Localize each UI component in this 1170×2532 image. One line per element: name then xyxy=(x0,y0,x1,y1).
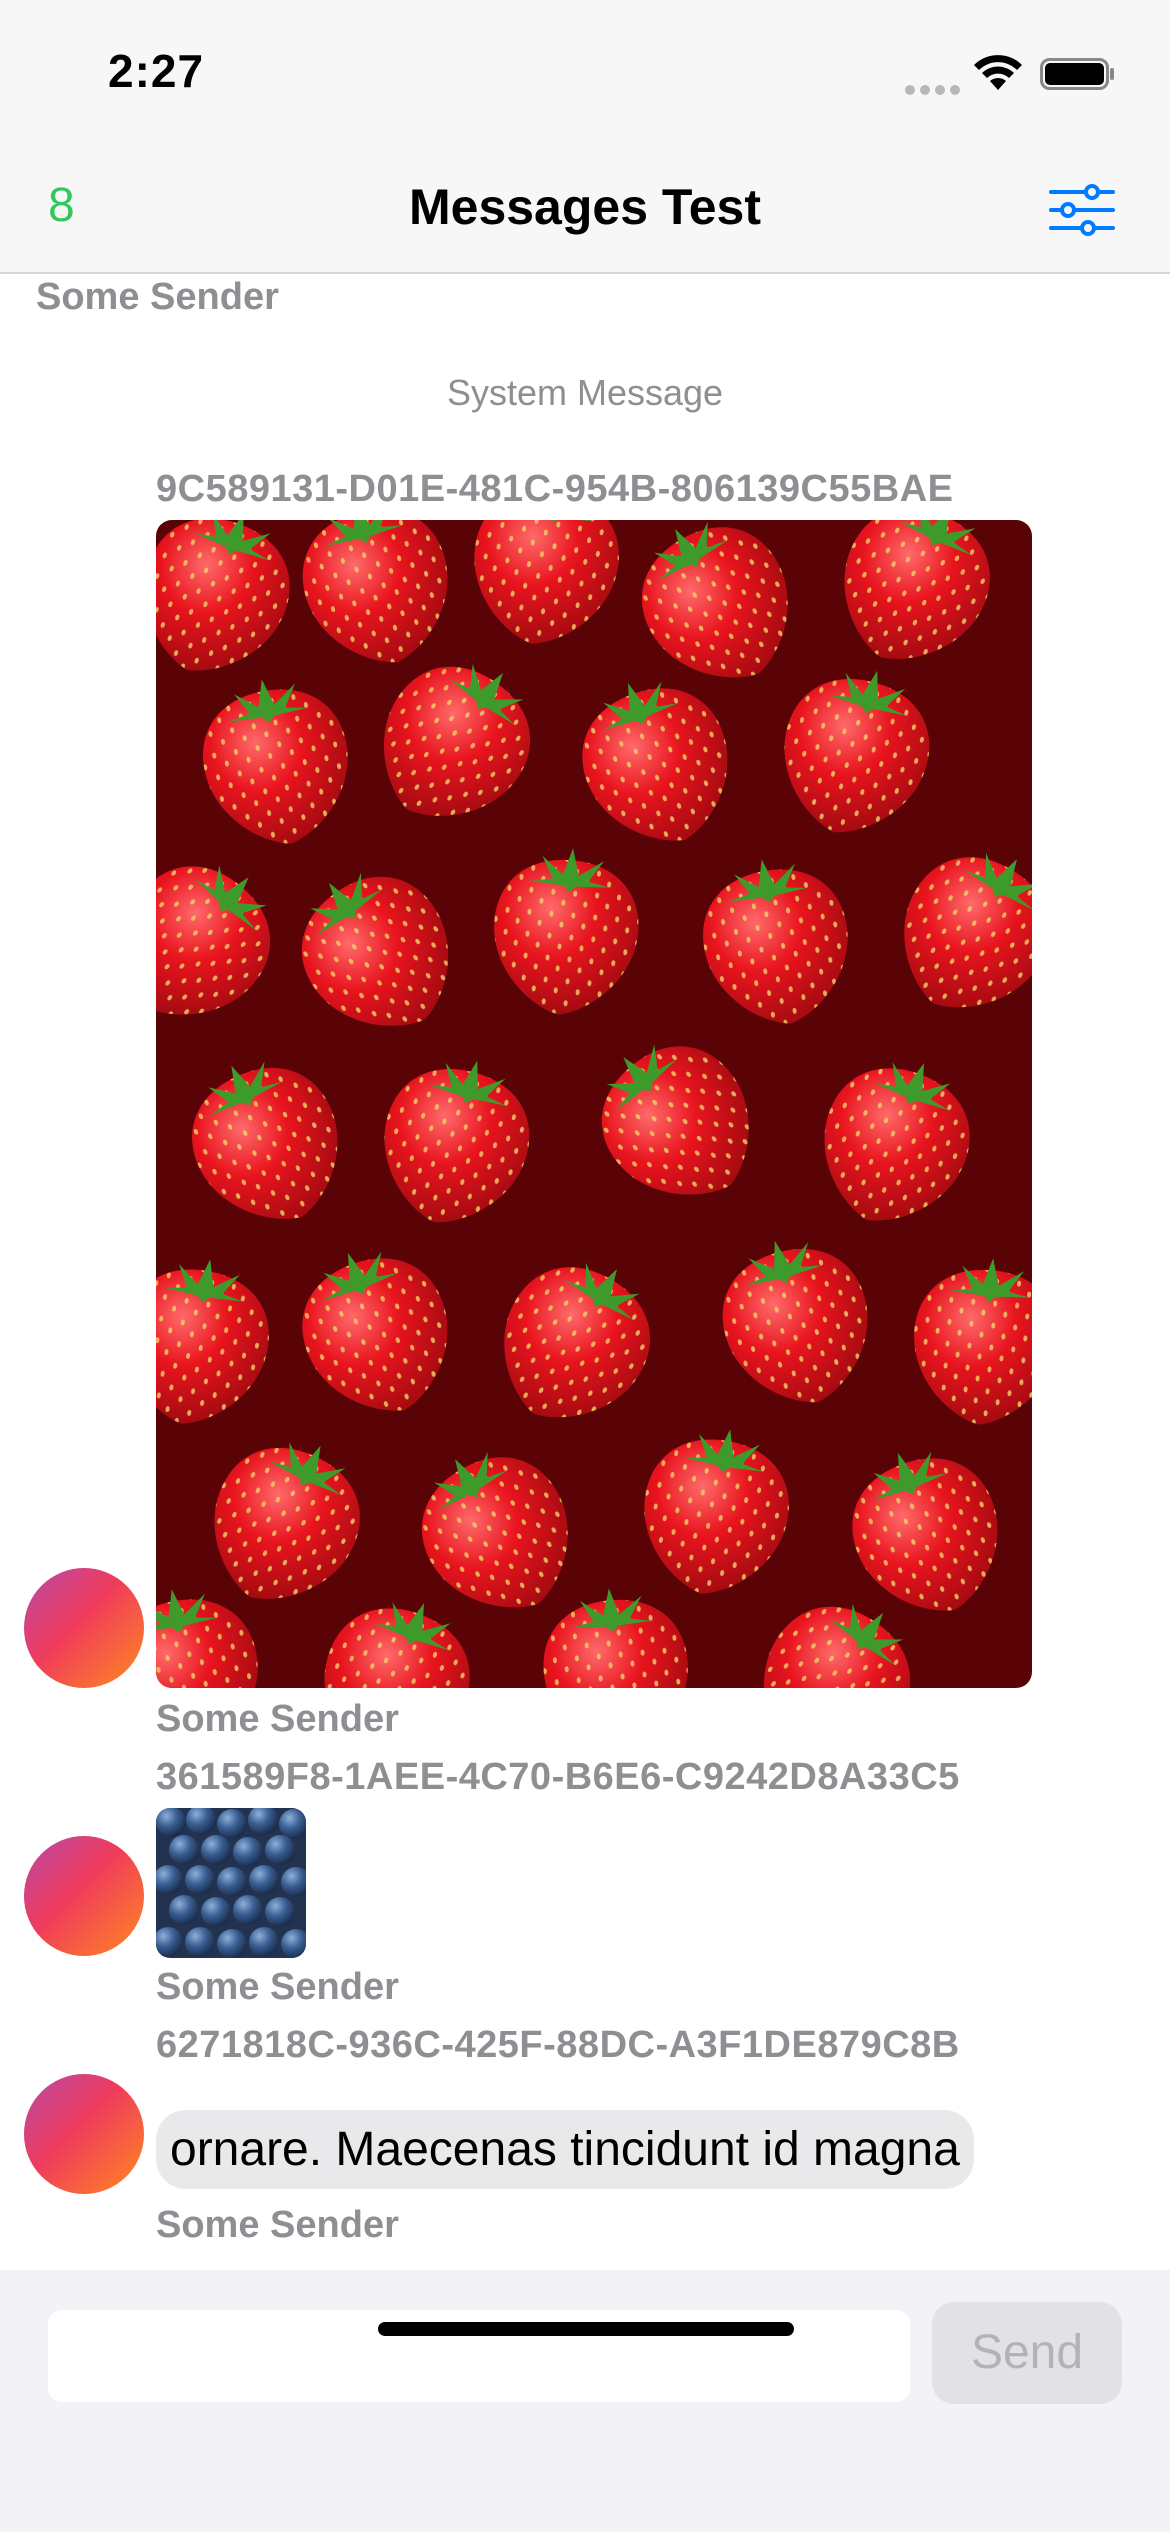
wifi-icon xyxy=(974,55,1022,90)
sender-name: Some Sender xyxy=(156,1698,399,1740)
send-button[interactable]: Send xyxy=(932,2302,1122,2404)
cellular-signal-icon xyxy=(905,82,965,95)
message-id: 6271818C-936C-425F-88DC-A3F1DE879C8B xyxy=(156,2024,960,2066)
strawberries-image[interactable] xyxy=(156,520,1032,1688)
sender-name: Some Sender xyxy=(156,1966,399,2008)
system-message: System Message xyxy=(446,372,724,413)
page-title: Messages Test xyxy=(408,179,762,235)
message-list[interactable]: Some Sender System Message 9C589131-D01E… xyxy=(0,272,1170,2270)
status-time: 2:27 xyxy=(108,45,205,97)
avatar[interactable] xyxy=(24,1836,144,1956)
settings-sliders-icon[interactable] xyxy=(1048,180,1116,240)
avatar[interactable] xyxy=(24,1568,144,1688)
message-id: 361589F8-1AEE-4C70-B6E6-C9242D8A33C5 xyxy=(156,1756,960,1798)
sender-name: Some Sender xyxy=(36,276,279,318)
composer-bar: Send xyxy=(0,2270,1170,2532)
status-bar: 2:27 xyxy=(0,0,1170,150)
sender-name: Some Sender xyxy=(156,2204,399,2246)
message-bubble[interactable]: ornare. Maecenas tincidunt id magna xyxy=(156,2110,974,2189)
battery-icon xyxy=(1040,58,1114,90)
navigation-bar: 8 Messages Test xyxy=(0,150,1170,274)
blueberries-image[interactable] xyxy=(156,1808,306,1958)
message-id: 9C589131-D01E-481C-954B-806139C55BAE xyxy=(156,468,954,510)
avatar[interactable] xyxy=(24,2074,144,2194)
home-indicator xyxy=(378,2322,794,2336)
